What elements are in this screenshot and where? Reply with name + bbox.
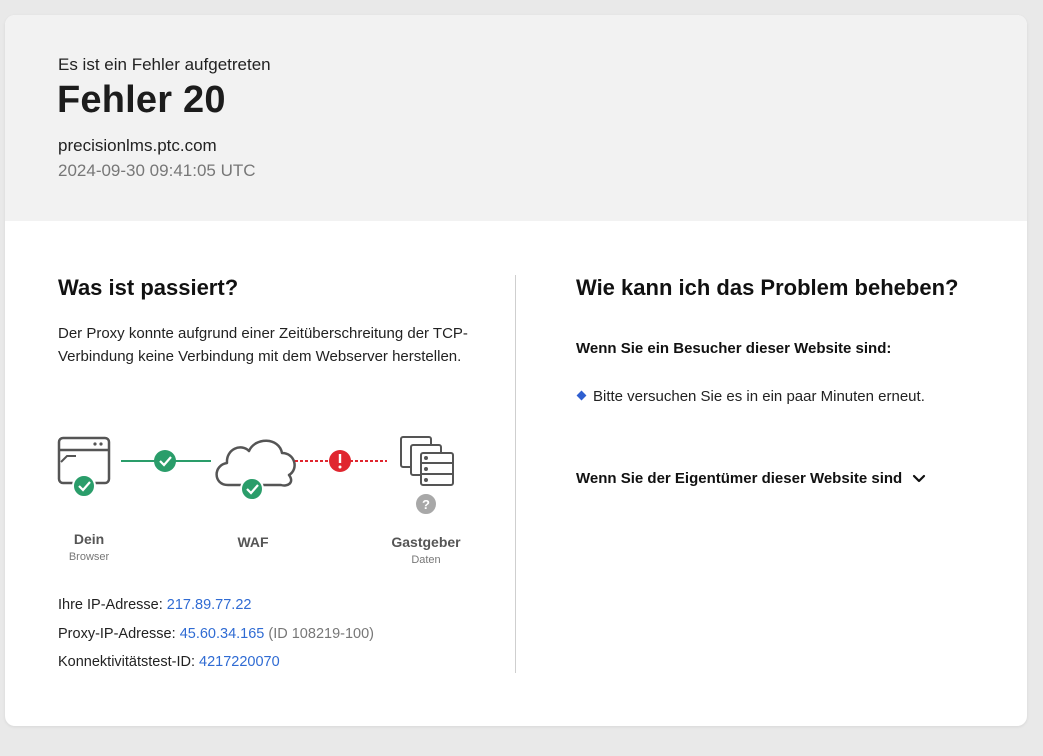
svg-text:?: ? xyxy=(422,497,430,512)
column-divider xyxy=(515,275,516,673)
connectivity-test-label: Konnektivitätstest-ID: xyxy=(58,654,195,670)
link-check-icon xyxy=(154,450,176,472)
browser-label: Dein xyxy=(73,531,105,547)
ip-address-value: 217.89.77.22 xyxy=(166,597,252,613)
browser-status-check-icon xyxy=(72,474,96,498)
ip-address-label: Ihre IP-Adresse: xyxy=(58,597,163,613)
host-sublabel: Daten xyxy=(411,554,441,566)
error-title: Fehler 20 xyxy=(57,79,226,121)
connectivity-test-row: Konnektivitätstest-ID: 4217220070 xyxy=(58,654,280,670)
proxy-ip-row: Proxy-IP-Adresse: 45.60.34.165 (ID 10821… xyxy=(58,626,374,642)
owner-heading: Wenn Sie der Eigentümer dieser Website s… xyxy=(576,470,903,487)
what-happened-heading: Was ist passiert? xyxy=(58,275,239,300)
connectivity-test-value: 4217220070 xyxy=(199,654,280,670)
error-eyebrow: Es ist ein Fehler aufgetreten xyxy=(58,55,271,74)
visitor-tip-text: Bitte versuchen Sie es in ein paar Minut… xyxy=(593,388,925,405)
error-header: Es ist ein Fehler aufgetreten Fehler 20 … xyxy=(5,15,1027,221)
proxy-ip-label: Proxy-IP-Adresse: xyxy=(58,626,176,642)
visitor-tip: Bitte versuchen Sie es in ein paar Minut… xyxy=(576,388,925,405)
ip-address-row: Ihre IP-Adresse: 217.89.77.22 xyxy=(58,597,251,613)
error-explanation: Der Proxy konnte aufgrund einer Zeitüber… xyxy=(58,325,468,365)
error-timestamp: 2024-09-30 09:41:05 UTC xyxy=(58,161,256,180)
how-to-fix-heading: Wie kann ich das Problem beheben? xyxy=(576,275,959,300)
bullet-diamond-icon xyxy=(576,390,587,401)
chevron-down-icon xyxy=(913,474,926,482)
proxy-id: (ID 108219-100) xyxy=(268,626,374,642)
host-label: Gastgeber xyxy=(391,534,461,550)
link-error-icon xyxy=(329,450,351,472)
host-status-unknown-icon: ? xyxy=(414,492,438,516)
error-card: Es ist ein Fehler aufgetreten Fehler 20 … xyxy=(5,15,1027,726)
server-icon xyxy=(400,436,454,486)
proxy-ip-value: 45.60.34.165 xyxy=(179,626,265,642)
waf-label: WAF xyxy=(237,534,269,550)
browser-sublabel: Browser xyxy=(68,551,110,563)
owner-expand-toggle[interactable]: Wenn Sie der Eigentümer dieser Website s… xyxy=(576,470,926,487)
host-name: precisionlms.ptc.com xyxy=(58,136,217,155)
visitor-heading: Wenn Sie ein Besucher dieser Website sin… xyxy=(576,340,892,357)
waf-status-check-icon xyxy=(240,477,264,501)
connection-diagram: ? Dein Browser WAF Gastgeber Daten xyxy=(45,425,485,575)
